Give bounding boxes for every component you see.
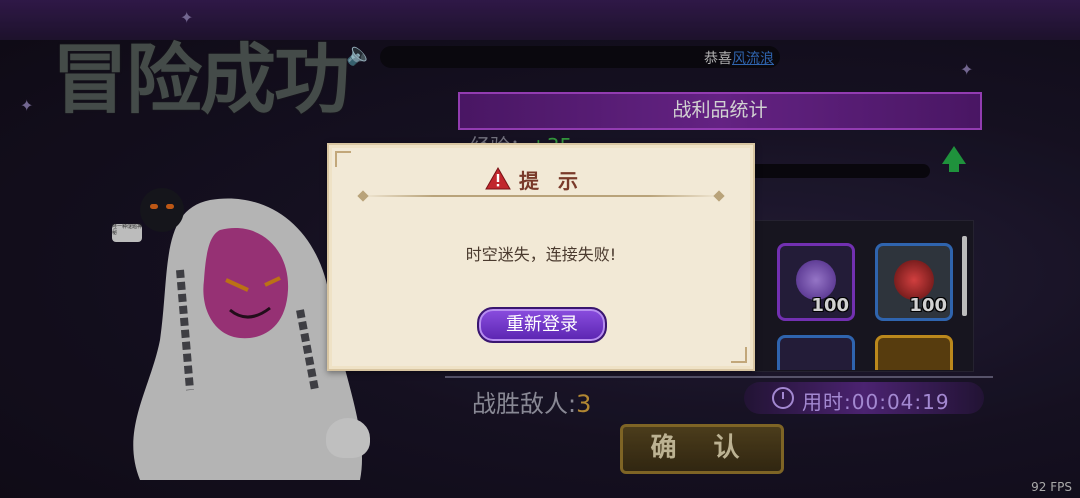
dialog-message: 时空迷失，连接失败! — [465, 245, 617, 264]
dialog-divider — [357, 190, 725, 202]
warning-icon — [485, 167, 511, 190]
dialog-header: 提 示 — [329, 163, 753, 195]
connection-error-dialog: 提 示 时空迷失，连接失败! 重新登录 — [327, 143, 755, 371]
dialog-title: 提 示 — [519, 169, 584, 193]
relogin-button[interactable]: 重新登录 — [477, 307, 607, 343]
